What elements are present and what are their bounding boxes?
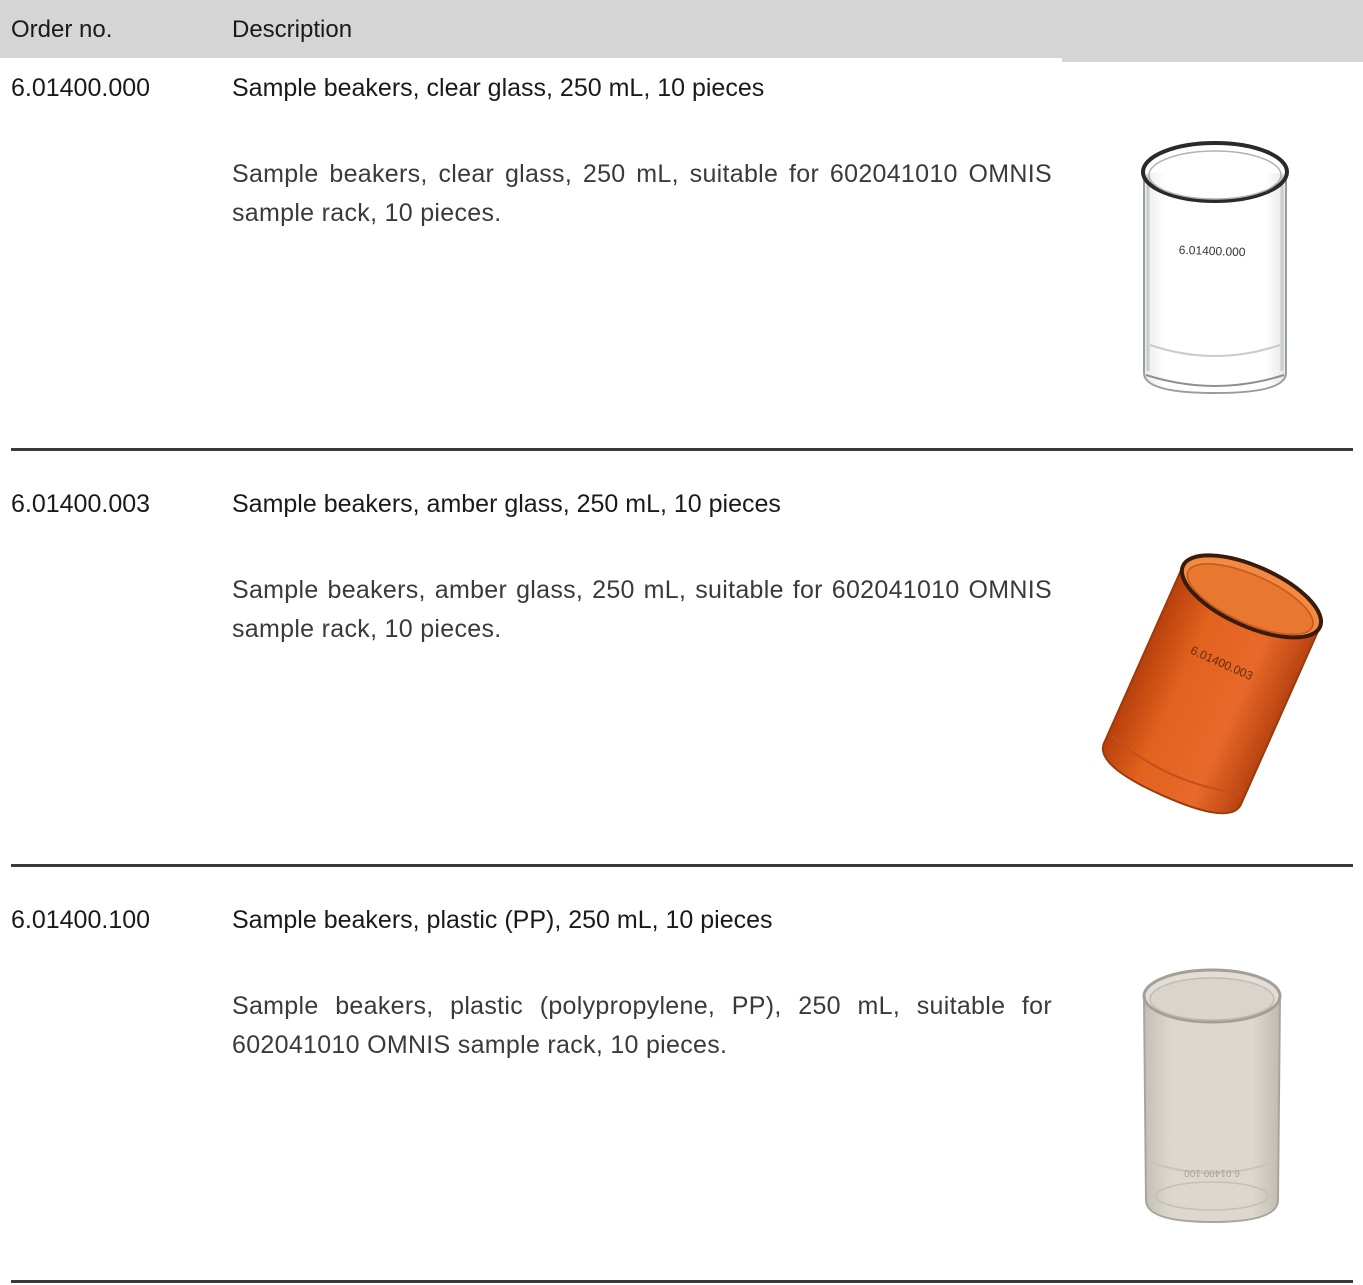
product-title: Sample beakers, clear glass, 250 mL, 10 … <box>232 74 765 102</box>
beaker-label-text: 6.01400.000 <box>1179 243 1247 259</box>
product-description: Sample beakers, plastic (polypropylene, … <box>232 992 1052 1059</box>
description-column-header: Description <box>232 16 353 43</box>
order-no-column-header: Order no. <box>11 16 113 43</box>
clear-glass-beaker-image: 6.01400.000 <box>1130 135 1300 410</box>
beaker-label-text: 6.01400.100 <box>1184 1167 1240 1178</box>
row-divider <box>11 448 1353 451</box>
row-divider <box>11 1280 1353 1283</box>
header-accent <box>1062 58 1363 62</box>
product-description: Sample beakers, clear glass, 250 mL, sui… <box>232 160 1052 227</box>
product-description: Sample beakers, amber glass, 250 mL, sui… <box>232 576 1052 643</box>
product-title: Sample beakers, plastic (PP), 250 mL, 10… <box>232 906 773 934</box>
row-divider <box>11 864 1353 867</box>
order-number: 6.01400.000 <box>11 74 151 102</box>
plastic-pp-beaker-image: 6.01400.100 <box>1132 962 1292 1235</box>
table-header: Order no. Description <box>0 0 1363 58</box>
order-number: 6.01400.003 <box>11 490 151 518</box>
product-title: Sample beakers, amber glass, 250 mL, 10 … <box>232 490 781 518</box>
order-number: 6.01400.100 <box>11 906 151 934</box>
amber-glass-beaker-image: 6.01400.003 <box>1095 550 1330 825</box>
